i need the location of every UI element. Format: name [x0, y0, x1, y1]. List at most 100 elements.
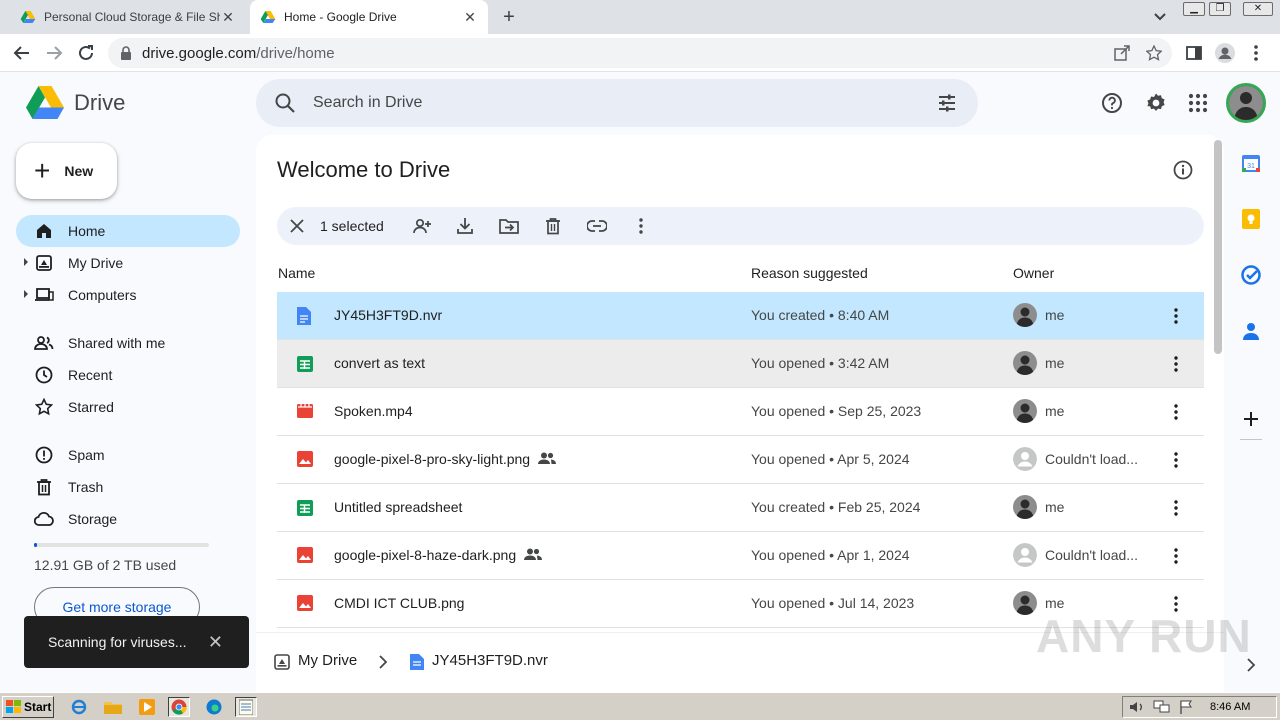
minimize-button[interactable]: ▁	[1183, 2, 1205, 16]
file-name-text: CMDI ICT CLUB.png	[334, 595, 465, 611]
row-more-actions-icon[interactable]	[1166, 402, 1186, 422]
reload-button[interactable]	[74, 41, 98, 65]
back-button[interactable]	[10, 41, 34, 65]
table-row[interactable]: convert as text You opened • 3:42 AM me	[277, 340, 1204, 388]
keep-icon[interactable]	[1241, 209, 1261, 229]
owner-name: me	[1045, 403, 1065, 419]
profile-icon[interactable]	[1215, 43, 1235, 63]
forward-button[interactable]	[42, 41, 66, 65]
sidebar-item-trash[interactable]: Trash	[16, 471, 240, 503]
volume-icon[interactable]	[1129, 700, 1145, 714]
search-input[interactable]	[313, 90, 913, 116]
file-name[interactable]: convert as text	[334, 355, 425, 371]
sidebar-item-shared-with-me[interactable]: Shared with me	[16, 327, 240, 359]
browser-tab[interactable]: Personal Cloud Storage & File Sharin ✕	[10, 0, 246, 34]
info-icon[interactable]	[1172, 159, 1194, 181]
bookmark-star-icon[interactable]	[1144, 43, 1164, 63]
calendar-icon[interactable]: 31	[1241, 153, 1261, 173]
file-name[interactable]: Spoken.mp4	[334, 403, 413, 419]
table-row[interactable]: JY45H3FT9D.nvr You created • 8:40 AM me	[277, 292, 1204, 340]
trash-icon[interactable]	[543, 216, 563, 236]
move-to-folder-icon[interactable]	[499, 216, 519, 236]
copy-link-icon[interactable]	[587, 216, 607, 236]
help-icon[interactable]	[1100, 91, 1124, 115]
chevron-right-icon	[379, 655, 388, 669]
sidebar-item-my-drive[interactable]: My Drive	[16, 247, 240, 279]
row-more-actions-icon[interactable]	[1166, 450, 1186, 470]
file-explorer-icon[interactable]	[102, 697, 124, 717]
tab-search-icon[interactable]	[1150, 8, 1170, 26]
file-name[interactable]: CMDI ICT CLUB.png	[334, 595, 464, 611]
sidebar-item-recent[interactable]: Recent	[16, 359, 240, 391]
address-bar[interactable]: drive.google.com/drive/home	[108, 38, 1172, 68]
sidebar-item-label: Storage	[68, 511, 118, 527]
scrollbar-thumb[interactable]	[1214, 140, 1222, 354]
owner-avatar	[1013, 447, 1037, 471]
tasks-icon[interactable]	[1241, 265, 1261, 285]
notepad-icon[interactable]	[235, 697, 257, 717]
sidebar-item-storage[interactable]: Storage	[16, 503, 240, 535]
media-player-icon[interactable]	[136, 697, 158, 717]
spam-icon	[34, 445, 54, 465]
file-name[interactable]: google-pixel-8-haze-dark.png	[334, 547, 543, 563]
new-button[interactable]: + New	[16, 143, 117, 199]
drive-app: Drive + New Home My Drive	[0, 72, 1280, 692]
account-avatar[interactable]	[1226, 83, 1266, 123]
table-row[interactable]: google-pixel-8-pro-sky-light.png You open…	[277, 436, 1204, 484]
doc-file-icon	[410, 654, 424, 670]
drive-logo[interactable]: Drive	[26, 86, 125, 120]
toast-message: Scanning for viruses...	[48, 634, 187, 650]
share-person-add-icon[interactable]	[412, 216, 432, 236]
table-row[interactable]: Spoken.mp4 You opened • Sep 25, 2023 me	[277, 388, 1204, 436]
network-icon[interactable]	[1153, 700, 1171, 714]
chrome-taskbar-icon[interactable]	[168, 697, 190, 717]
row-more-actions-icon[interactable]	[1166, 306, 1186, 326]
close-window-button[interactable]: ✕	[1243, 2, 1273, 16]
sidebar-item-computers[interactable]: Computers	[16, 279, 240, 311]
start-button[interactable]: Start	[2, 696, 54, 718]
apps-grid-icon[interactable]	[1186, 91, 1210, 115]
new-tab-button[interactable]: +	[498, 6, 520, 28]
breadcrumb-current[interactable]: JY45H3FT9D.nvr	[432, 652, 548, 669]
more-actions-icon[interactable]	[631, 216, 651, 236]
browser-menu-icon[interactable]	[1246, 43, 1266, 63]
side-panel-icon[interactable]	[1184, 43, 1204, 63]
edge-icon[interactable]	[203, 697, 225, 717]
search-bar[interactable]	[256, 79, 978, 127]
contacts-icon[interactable]	[1241, 321, 1261, 341]
flag-icon[interactable]	[1179, 700, 1195, 714]
expand-caret-icon[interactable]	[24, 258, 28, 266]
settings-gear-icon[interactable]	[1144, 91, 1168, 115]
sidebar-item-spam[interactable]: Spam	[16, 439, 240, 471]
download-icon[interactable]	[455, 216, 475, 236]
column-header-name[interactable]: Name	[278, 265, 315, 281]
sidebar-item-starred[interactable]: Starred	[16, 391, 240, 423]
row-more-actions-icon[interactable]	[1166, 498, 1186, 518]
close-tab-icon[interactable]: ✕	[220, 9, 236, 26]
breadcrumb-root[interactable]: My Drive	[298, 652, 357, 669]
table-row[interactable]: Untitled spreadsheet You created • Feb 25…	[277, 484, 1204, 532]
sidebar-item-home[interactable]: Home	[16, 215, 240, 247]
file-name[interactable]: google-pixel-8-pro-sky-light.png	[334, 451, 557, 467]
expand-caret-icon[interactable]	[24, 290, 28, 298]
image-file-icon	[297, 595, 315, 613]
search-options-icon[interactable]	[936, 92, 958, 114]
browser-tab-active[interactable]: Home - Google Drive ✕	[250, 0, 488, 34]
close-toast-icon[interactable]: ✕	[208, 632, 223, 653]
share-icon[interactable]	[1112, 43, 1132, 63]
clear-selection-icon[interactable]	[287, 216, 307, 236]
add-addon-plus-icon[interactable]	[1241, 409, 1261, 429]
anyrun-watermark: ANY RUN	[1036, 609, 1252, 663]
spreadsheet-file-icon	[297, 499, 315, 517]
table-row[interactable]: google-pixel-8-haze-dark.png You opened •…	[277, 532, 1204, 580]
maximize-button[interactable]: ❐	[1209, 2, 1231, 16]
row-more-actions-icon[interactable]	[1166, 354, 1186, 374]
search-icon[interactable]	[274, 92, 296, 114]
reason-suggested: You opened • Apr 1, 2024	[751, 547, 910, 563]
row-more-actions-icon[interactable]	[1166, 546, 1186, 566]
internet-explorer-icon[interactable]	[68, 697, 90, 717]
file-name[interactable]: Untitled spreadsheet	[334, 499, 462, 515]
close-tab-icon[interactable]: ✕	[462, 9, 478, 26]
file-name[interactable]: JY45H3FT9D.nvr	[334, 307, 442, 323]
star-icon	[34, 397, 54, 417]
